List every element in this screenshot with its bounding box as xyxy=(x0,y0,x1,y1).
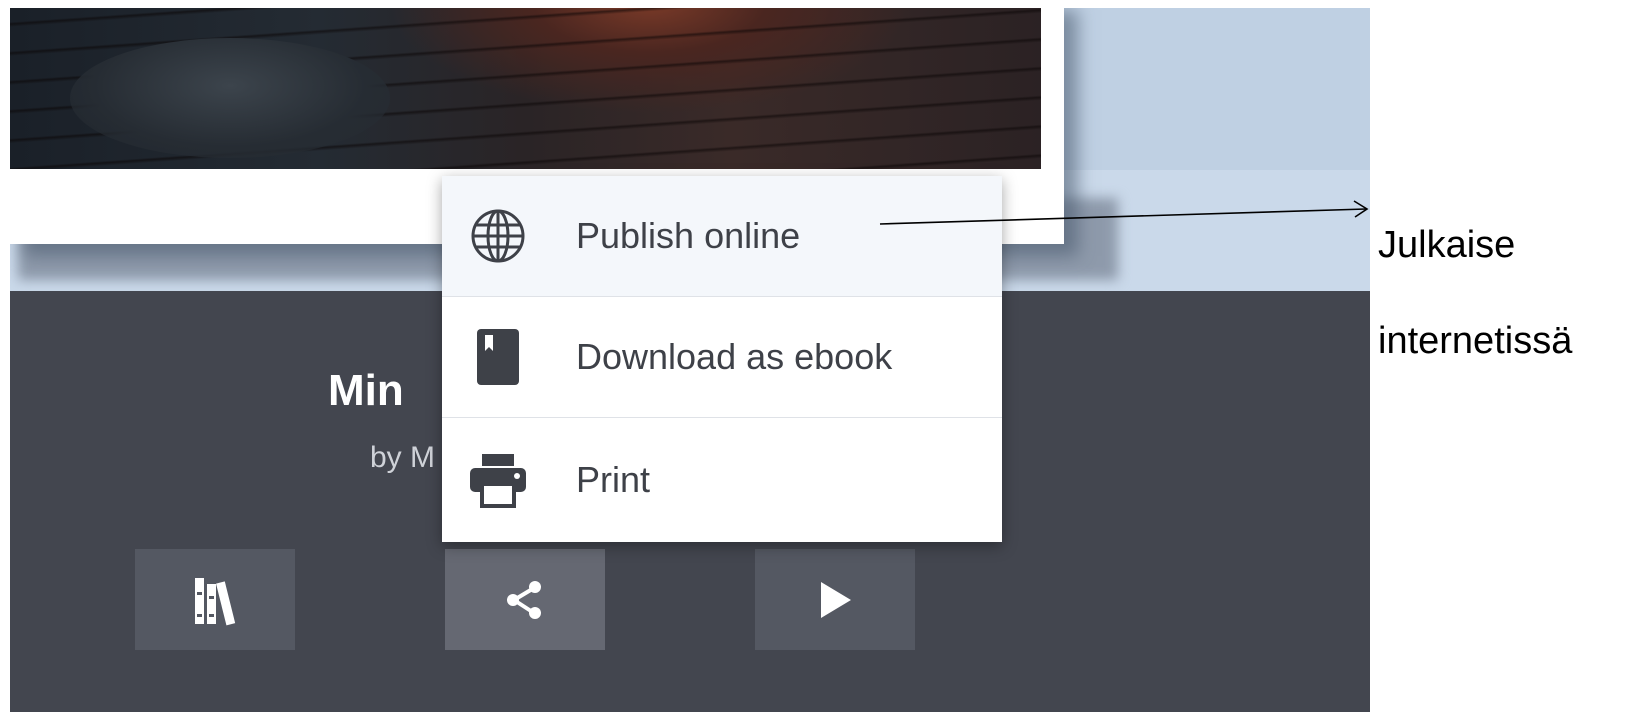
book-title: Min xyxy=(328,366,404,415)
menu-item-label: Print xyxy=(576,459,651,500)
share-button[interactable] xyxy=(445,549,605,650)
ebook-icon xyxy=(468,327,528,387)
menu-item-label: Publish online xyxy=(576,215,801,256)
library-books-icon xyxy=(195,577,236,625)
book-author: by M xyxy=(370,441,436,474)
photo-rock xyxy=(70,38,390,158)
annotation-arrow xyxy=(879,200,1369,225)
menu-item-publish-online[interactable]: Publish online xyxy=(442,176,1002,296)
library-button[interactable] xyxy=(135,549,295,650)
annotation-line-1: Julkaise xyxy=(1378,224,1516,266)
menu-item-print[interactable]: Print xyxy=(442,417,1002,542)
annotation-line-2: internetissä xyxy=(1378,320,1573,362)
play-button[interactable] xyxy=(755,549,915,650)
globe-icon xyxy=(468,206,528,266)
printer-icon xyxy=(468,450,528,510)
menu-item-label: Download as ebook xyxy=(576,336,893,377)
play-icon xyxy=(821,581,851,618)
menu-item-download-ebook[interactable]: Download as ebook xyxy=(442,296,1002,417)
annotation-text: Julkaise internetissä xyxy=(1378,197,1628,389)
share-icon xyxy=(507,580,541,619)
cover-photo xyxy=(10,8,1041,169)
